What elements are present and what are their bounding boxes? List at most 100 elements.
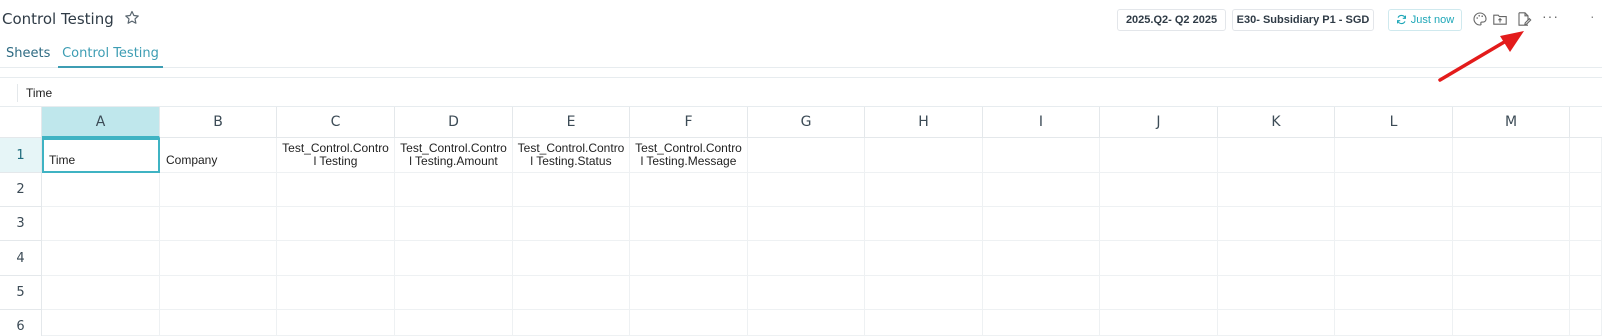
cell[interactable]: [1570, 207, 1602, 241]
cell[interactable]: [395, 241, 513, 276]
cell[interactable]: [160, 276, 277, 310]
formula-bar[interactable]: Time: [0, 77, 1602, 107]
cell[interactable]: [1453, 310, 1570, 336]
cell[interactable]: [983, 138, 1100, 173]
cell[interactable]: [160, 310, 277, 336]
column-header-g[interactable]: G: [748, 107, 865, 138]
cell[interactable]: [1218, 276, 1335, 310]
cell[interactable]: [513, 276, 630, 310]
row-header-2[interactable]: 2: [0, 173, 42, 207]
cell[interactable]: [513, 310, 630, 336]
cell[interactable]: [1570, 276, 1602, 310]
row-header-6[interactable]: 6: [0, 310, 42, 336]
cell[interactable]: [42, 241, 160, 276]
column-header-h[interactable]: H: [865, 107, 983, 138]
cell[interactable]: [983, 173, 1100, 207]
cell[interactable]: [513, 241, 630, 276]
cell[interactable]: [277, 241, 395, 276]
cell[interactable]: [630, 207, 748, 241]
column-header-k[interactable]: K: [1218, 107, 1335, 138]
column-header-b[interactable]: B: [160, 107, 277, 138]
tab-control-testing[interactable]: Control Testing: [58, 46, 163, 68]
cell[interactable]: [630, 276, 748, 310]
cell[interactable]: [1570, 310, 1602, 336]
folder-upload-icon[interactable]: [1492, 11, 1508, 27]
cell[interactable]: [42, 207, 160, 241]
cell[interactable]: [983, 310, 1100, 336]
cell[interactable]: [1100, 173, 1218, 207]
select-all-corner[interactable]: [0, 107, 42, 138]
row-header-1[interactable]: 1: [0, 138, 42, 173]
column-header-e[interactable]: E: [513, 107, 630, 138]
cell[interactable]: [1453, 241, 1570, 276]
cell[interactable]: [1570, 241, 1602, 276]
column-header-d[interactable]: D: [395, 107, 513, 138]
cell[interactable]: [395, 173, 513, 207]
cell[interactable]: [277, 310, 395, 336]
column-header-overflow[interactable]: [1570, 107, 1602, 138]
cell[interactable]: [748, 207, 865, 241]
cell[interactable]: [865, 138, 983, 173]
column-header-f[interactable]: F: [630, 107, 748, 138]
cell[interactable]: [865, 276, 983, 310]
cell[interactable]: [1218, 241, 1335, 276]
cell-d1[interactable]: Test_Control.Contro l Testing.Amount: [395, 138, 513, 173]
cell[interactable]: [1335, 241, 1453, 276]
cell[interactable]: [1218, 173, 1335, 207]
cell[interactable]: [983, 276, 1100, 310]
column-header-l[interactable]: L: [1335, 107, 1453, 138]
cell[interactable]: [1100, 241, 1218, 276]
column-header-m[interactable]: M: [1453, 107, 1570, 138]
cell[interactable]: [630, 310, 748, 336]
cell[interactable]: [42, 173, 160, 207]
cell[interactable]: [395, 276, 513, 310]
cell[interactable]: [42, 276, 160, 310]
cell[interactable]: [748, 173, 865, 207]
cell[interactable]: [1100, 138, 1218, 173]
cell-b1[interactable]: Company: [160, 138, 277, 173]
cell[interactable]: [1453, 276, 1570, 310]
cell[interactable]: [630, 241, 748, 276]
cell[interactable]: [983, 241, 1100, 276]
cell[interactable]: [748, 241, 865, 276]
cell[interactable]: [277, 173, 395, 207]
cell[interactable]: [1218, 138, 1335, 173]
cell[interactable]: [1218, 310, 1335, 336]
cell[interactable]: [1453, 173, 1570, 207]
entity-selector[interactable]: E30- Subsidiary P1 - SGD: [1232, 9, 1374, 31]
cell[interactable]: [1100, 207, 1218, 241]
cell[interactable]: [1570, 173, 1602, 207]
cell[interactable]: [1453, 138, 1570, 173]
palette-icon[interactable]: [1472, 11, 1488, 27]
formula-bar-value[interactable]: Time: [26, 86, 52, 100]
cell[interactable]: [865, 241, 983, 276]
cell[interactable]: [1335, 138, 1453, 173]
cell-f1[interactable]: Test_Control.Contro l Testing.Message: [630, 138, 748, 173]
row-header-5[interactable]: 5: [0, 276, 42, 310]
cell[interactable]: [1570, 138, 1602, 173]
cell[interactable]: [513, 173, 630, 207]
cell[interactable]: [1335, 207, 1453, 241]
cell-e1[interactable]: Test_Control.Contro l Testing.Status: [513, 138, 630, 173]
cell[interactable]: [395, 207, 513, 241]
star-icon[interactable]: [124, 10, 140, 26]
column-header-c[interactable]: C: [277, 107, 395, 138]
cell[interactable]: [748, 276, 865, 310]
period-selector[interactable]: 2025.Q2- Q2 2025: [1117, 9, 1226, 31]
column-header-i[interactable]: I: [983, 107, 1100, 138]
cell[interactable]: [748, 138, 865, 173]
cell[interactable]: [513, 207, 630, 241]
cell[interactable]: [160, 207, 277, 241]
cell[interactable]: [865, 207, 983, 241]
cell[interactable]: [748, 310, 865, 336]
cell[interactable]: [1335, 173, 1453, 207]
cell[interactable]: [42, 310, 160, 336]
cell-a1[interactable]: Time: [42, 138, 160, 173]
cell[interactable]: [277, 276, 395, 310]
column-header-j[interactable]: J: [1100, 107, 1218, 138]
cell[interactable]: [277, 207, 395, 241]
cell[interactable]: [865, 310, 983, 336]
row-header-3[interactable]: 3: [0, 207, 42, 241]
column-header-a[interactable]: A: [42, 107, 160, 138]
tab-sheets[interactable]: Sheets: [6, 46, 50, 61]
